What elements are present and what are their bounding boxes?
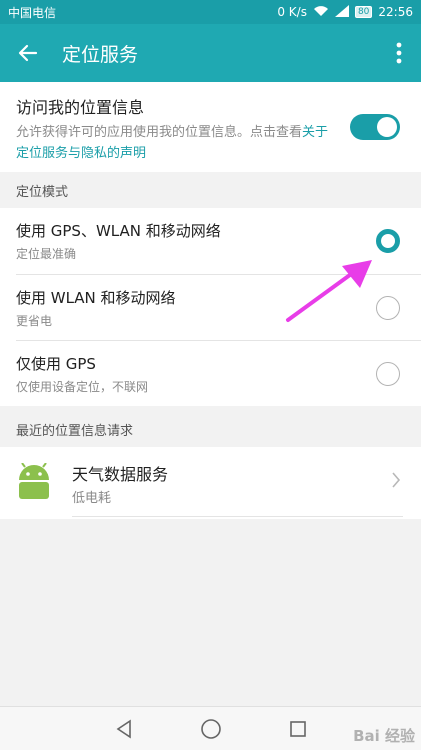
nav-home-button[interactable] [191, 709, 231, 749]
radio-button-selected[interactable] [376, 229, 400, 253]
circle-home-icon [200, 718, 221, 739]
mode-option-gps-only[interactable]: 仅使用 GPS 仅使用设备定位，不联网 [16, 340, 421, 406]
more-options-button[interactable] [377, 24, 421, 82]
battery-level: 80 [357, 7, 370, 17]
arrow-left-icon [18, 44, 38, 62]
recent-section-header: 最近的位置信息请求 [0, 411, 421, 447]
network-speed: 0 K/s [277, 5, 307, 19]
location-access-title: 访问我的位置信息 [16, 98, 145, 117]
annotation-arrow-icon [286, 260, 372, 322]
signal-icon [334, 4, 349, 20]
page-title: 定位服务 [62, 43, 139, 66]
nav-back-button[interactable] [104, 709, 144, 749]
access-desc-text: 允许获得许可的应用使用我的位置信息。点击查看 [16, 125, 303, 140]
empty-area [0, 519, 421, 706]
recent-request-title: 天气数据服务 [72, 465, 169, 484]
clock: 22:56 [378, 5, 413, 19]
watermark: Bai 经验 [353, 727, 415, 745]
mode-option-title: 仅使用 GPS [16, 355, 96, 373]
wifi-icon [313, 5, 329, 20]
nav-recents-button[interactable] [278, 709, 318, 749]
status-bar: 中国电信 0 K/s 80 22:56 [0, 0, 421, 24]
mode-option-title: 使用 GPS、WLAN 和移动网络 [16, 222, 221, 240]
toggle-knob [377, 117, 397, 137]
battery-icon: 80 [354, 6, 373, 18]
mode-section-header: 定位模式 [0, 172, 421, 208]
status-indicators: 0 K/s 80 22:56 [277, 4, 413, 20]
more-vert-icon [396, 42, 402, 64]
square-recents-icon [289, 720, 306, 737]
app-bar: 定位服务 [0, 24, 421, 82]
chevron-right-icon [392, 472, 401, 488]
location-access-description: 允许获得许可的应用使用我的位置信息。点击查看关于定位服务与隐私的声明 [16, 122, 336, 164]
triangle-back-icon [116, 719, 131, 738]
recent-request-content: 天气数据服务 低电耗 [72, 447, 403, 517]
location-access-toggle[interactable] [350, 114, 400, 140]
recent-request-subtitle: 低电耗 [72, 491, 112, 506]
back-button[interactable] [0, 24, 56, 82]
carrier-label: 中国电信 [8, 5, 57, 20]
location-access-row[interactable]: 访问我的位置信息 允许获得许可的应用使用我的位置信息。点击查看关于定位服务与隐私… [0, 82, 421, 172]
mode-option-subtitle: 仅使用设备定位，不联网 [16, 380, 149, 394]
recent-request-item[interactable]: 天气数据服务 低电耗 [0, 447, 421, 519]
radio-button[interactable] [376, 362, 400, 386]
android-icon [19, 463, 49, 499]
